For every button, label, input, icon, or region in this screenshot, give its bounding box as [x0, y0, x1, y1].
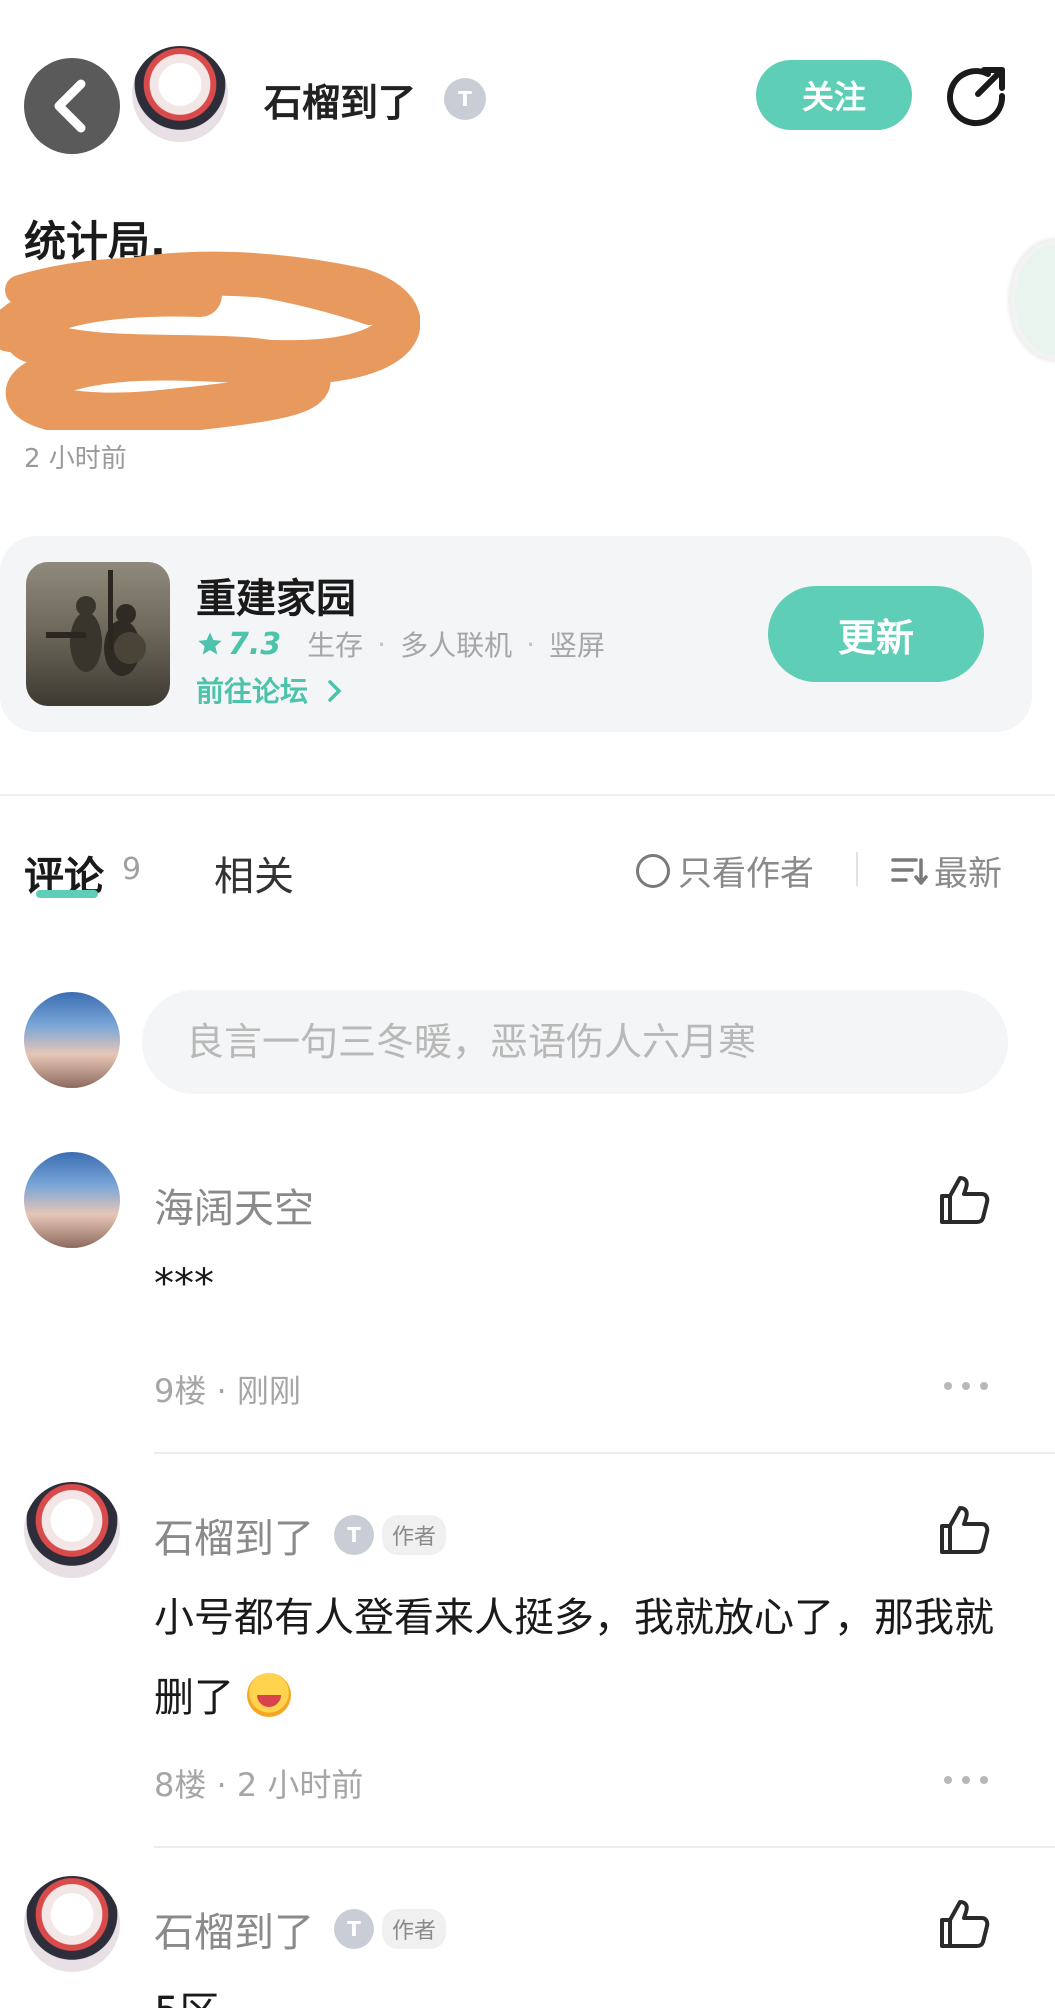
only-author-label: 只看作者 — [678, 854, 814, 894]
more-options-icon[interactable] — [944, 1382, 988, 1394]
thumbs-up-icon[interactable] — [936, 1172, 992, 1228]
sort-icon — [891, 857, 928, 885]
author-tag: 作者 — [382, 1515, 447, 1555]
soldiers-image — [46, 570, 146, 676]
comment-divider — [154, 1846, 1055, 1848]
comment-text: 小号都有人登看来人挺多，我就放心了，那我就删了 — [154, 1578, 1014, 1738]
filter-separator — [856, 852, 858, 886]
commenter-avatar[interactable] — [24, 1152, 120, 1248]
laughing-emoji-icon — [246, 1673, 291, 1717]
comment-time: 刚刚 — [236, 1372, 301, 1410]
sort-button[interactable]: 最新 — [890, 846, 1002, 895]
comment-text: *** — [154, 1261, 214, 1307]
comment-meta: 9楼 · 刚刚 — [154, 1366, 301, 1412]
chevron-left-icon — [54, 79, 86, 133]
game-tag: 竖屏 — [549, 629, 606, 662]
chevron-right-icon — [328, 680, 342, 702]
redaction-scribble — [0, 251, 420, 430]
only-author-toggle[interactable]: 只看作者 — [636, 846, 814, 895]
commenter-name-text: 石榴到了 — [154, 1516, 314, 1562]
update-button[interactable]: 更新 — [768, 586, 984, 682]
forum-link-label: 前往论坛 — [196, 675, 309, 708]
level-badge: T — [334, 1515, 374, 1555]
commenter-avatar[interactable] — [24, 1482, 120, 1578]
forum-link[interactable]: 前往论坛 — [196, 670, 344, 710]
thumbs-up-icon[interactable] — [936, 1502, 992, 1558]
sort-label: 最新 — [934, 854, 1002, 894]
game-name: 重建家园 — [196, 576, 356, 622]
game-rating: 7.3 — [228, 626, 282, 662]
tag-separator: · — [526, 627, 535, 661]
active-tab-indicator — [36, 890, 98, 898]
game-meta: 7.3 生存 · 多人联机 · 竖屏 — [196, 624, 605, 664]
share-icon[interactable] — [944, 64, 1010, 130]
author-tag: 作者 — [382, 1909, 447, 1949]
commenter-name[interactable]: 石榴到了 T 作者 — [154, 1900, 447, 1958]
comments-count: 9 — [122, 852, 142, 887]
comment-input[interactable] — [142, 990, 1008, 1094]
comment-time: 2 小时前 — [236, 1766, 364, 1804]
commenter-name-text: 海阔天空 — [154, 1186, 314, 1232]
my-avatar[interactable] — [24, 992, 120, 1088]
tab-related[interactable]: 相关 — [214, 844, 294, 902]
tag-separator: · — [377, 627, 387, 661]
commenter-avatar[interactable] — [24, 1876, 120, 1972]
level-badge: T — [334, 1909, 374, 1949]
meta-separator: · — [216, 1372, 237, 1410]
game-card[interactable]: 重建家园 7.3 生存 · 多人联机 · 竖屏 前往论坛 更新 — [0, 536, 1032, 732]
star-icon — [198, 632, 222, 655]
comment-text: 5区 — [154, 1972, 1014, 2008]
game-icon[interactable] — [26, 562, 170, 706]
back-button[interactable] — [24, 58, 120, 154]
floating-widget[interactable] — [1010, 240, 1055, 360]
post-time: 2 小时前 — [24, 444, 127, 474]
game-tag: 生存 — [307, 629, 364, 662]
comment-floor: 8楼 — [154, 1766, 207, 1804]
radio-circle-icon — [636, 853, 670, 888]
author-avatar[interactable] — [132, 46, 228, 142]
level-badge: T — [444, 78, 486, 120]
more-options-icon[interactable] — [944, 1776, 988, 1788]
meta-separator: · — [216, 1766, 237, 1804]
comment-divider — [154, 1452, 1055, 1454]
author-name[interactable]: 石榴到了 — [264, 72, 416, 127]
top-bar: 石榴到了 T 关注 — [0, 0, 1055, 190]
game-tag: 多人联机 — [400, 629, 513, 662]
follow-button[interactable]: 关注 — [756, 60, 912, 130]
commenter-name[interactable]: 石榴到了 T 作者 — [154, 1506, 447, 1564]
comment-meta: 8楼 · 2 小时前 — [154, 1760, 363, 1806]
comment-floor: 9楼 — [154, 1372, 207, 1410]
section-divider — [0, 794, 1055, 796]
commenter-name[interactable]: 海阔天空 — [154, 1176, 314, 1234]
thumbs-up-icon[interactable] — [936, 1896, 992, 1952]
commenter-name-text: 石榴到了 — [154, 1910, 314, 1956]
